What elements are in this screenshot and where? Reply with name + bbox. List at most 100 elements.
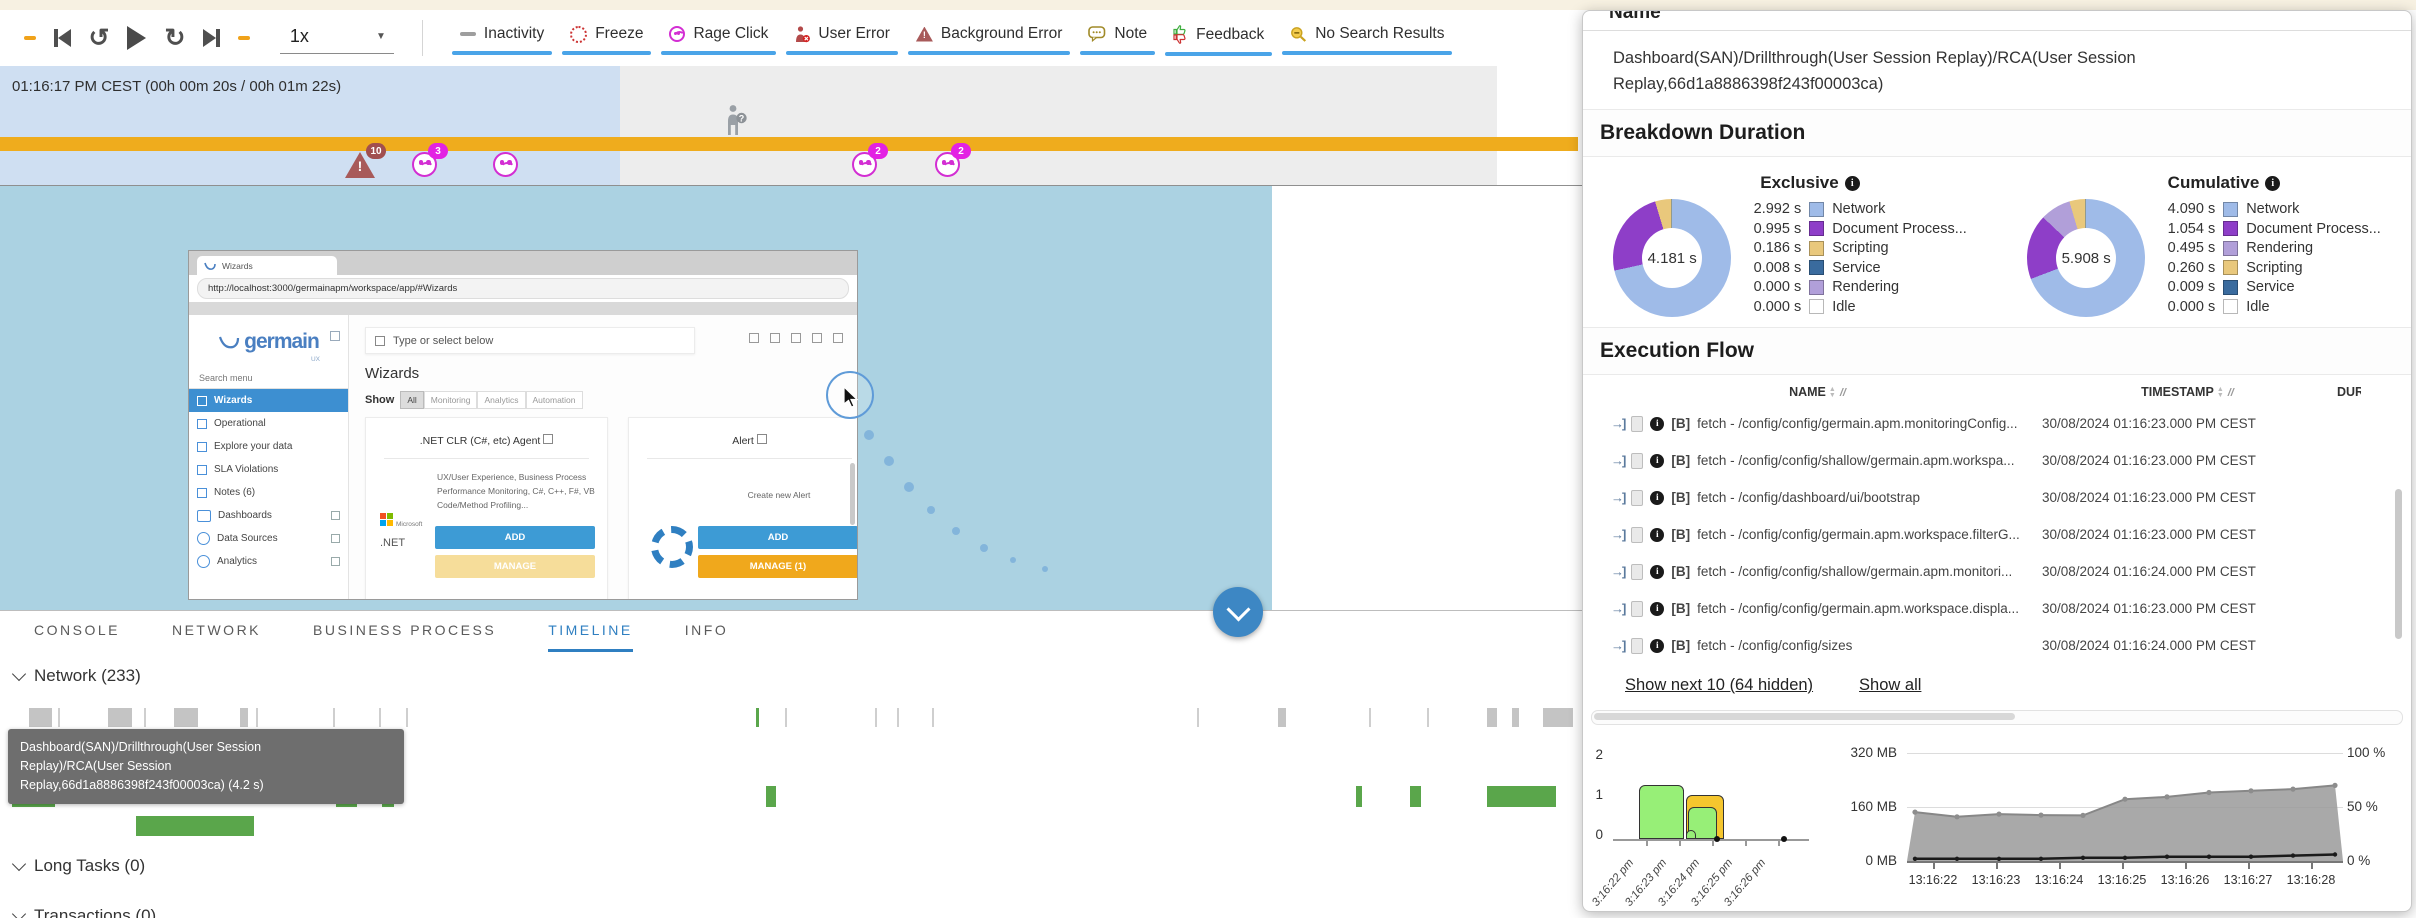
network-request-tick[interactable] (932, 708, 934, 727)
column-header-name[interactable]: NAME▲▼// (1597, 385, 2042, 399)
forward-button[interactable]: ↻ (164, 27, 185, 49)
speed-select[interactable]: 1x ▼ (280, 22, 394, 54)
network-request-tick[interactable] (1369, 708, 1371, 727)
copy-icon[interactable] (1631, 527, 1643, 543)
warning-marker[interactable]: ! 10 (345, 152, 375, 178)
network-request-bar[interactable] (240, 708, 248, 727)
filter-chip-no-search-results[interactable]: No Search Results (1277, 19, 1457, 56)
copy-icon[interactable] (1631, 490, 1643, 506)
card-button-manage-1[interactable]: MANAGE (1) (698, 555, 858, 578)
sidebar-item-data-sources[interactable]: Data Sources (189, 527, 348, 550)
play-button[interactable] (127, 26, 146, 50)
column-header-duration[interactable]: DURATION (2337, 385, 2361, 399)
info-icon[interactable]: i (2265, 176, 2280, 191)
network-request-bar[interactable] (108, 708, 132, 727)
network-section-header[interactable]: Network (233) (14, 666, 141, 686)
network-request-tick[interactable] (379, 708, 381, 727)
filter-chip-freeze[interactable]: Freeze (557, 19, 656, 56)
info-icon[interactable]: i (1650, 491, 1664, 505)
copy-icon[interactable] (1631, 564, 1643, 580)
enter-step-icon[interactable]: →] (1611, 601, 1624, 616)
sidebar-item-wizards[interactable]: Wizards (189, 389, 348, 412)
filter-chip-user-error[interactable]: User Error (781, 19, 902, 56)
copy-icon[interactable] (1631, 638, 1643, 654)
rage-click-marker[interactable] (493, 152, 518, 182)
network-request-bar[interactable] (1487, 786, 1556, 807)
tab-network[interactable]: NETWORK (172, 622, 261, 652)
network-request-bar[interactable] (1278, 708, 1286, 727)
execution-flow-row[interactable]: →] i [B] fetch - /config/config/germain.… (1597, 516, 2403, 553)
show-option-analytics[interactable]: Analytics (477, 391, 525, 409)
network-request-bar[interactable] (1356, 786, 1362, 807)
sidebar-item-explore-your-data[interactable]: Explore your data (189, 435, 348, 458)
expander-box[interactable] (331, 534, 340, 543)
execution-flow-row[interactable]: →] i [B] fetch - /config/config/shallow/… (1597, 442, 2403, 479)
filter-chip-feedback[interactable]: Feedback (1160, 19, 1277, 57)
network-request-tick[interactable] (406, 708, 408, 727)
filter-chip-background-error[interactable]: ! Background Error (903, 19, 1075, 56)
tab-timeline[interactable]: TIMELINE (548, 622, 633, 652)
expander-box[interactable] (331, 557, 340, 566)
panel-vertical-scrollbar[interactable] (2395, 489, 2402, 639)
skip-to-start-button[interactable] (54, 29, 71, 47)
execution-flow-row[interactable]: →] i [B] fetch - /config/dashboard/ui/bo… (1597, 479, 2403, 516)
sidebar-item-analytics[interactable]: Analytics (189, 550, 348, 573)
network-request-bar[interactable] (1487, 708, 1497, 727)
scrollbar-thumb[interactable] (1594, 713, 2015, 720)
collapse-panel-button[interactable] (1213, 587, 1263, 637)
sidebar-collapse-box[interactable] (330, 331, 340, 341)
timeline-unplayed-region[interactable] (620, 66, 1497, 185)
copy-icon[interactable] (1631, 601, 1643, 617)
enter-step-icon[interactable]: →] (1611, 453, 1624, 468)
rage-click-marker[interactable]: 2 (852, 152, 877, 182)
type-select-input[interactable]: Type or select below (365, 327, 695, 354)
sidebar-item-dashboards[interactable]: Dashboards (189, 504, 348, 527)
panel-horizontal-scrollbar[interactable] (1591, 710, 2403, 725)
info-icon[interactable]: i (1650, 639, 1664, 653)
execution-flow-row[interactable]: →] i [B] fetch - /config/config/germain.… (1597, 590, 2403, 627)
network-request-tick[interactable] (144, 708, 146, 727)
enter-step-icon[interactable]: →] (1611, 638, 1624, 653)
column-header-timestamp[interactable]: TIMESTAMP▲▼// (2042, 385, 2337, 399)
info-icon[interactable]: i (1650, 602, 1664, 616)
info-icon[interactable]: i (1845, 176, 1860, 191)
network-request-bar[interactable] (1543, 708, 1573, 727)
tab-business-process[interactable]: BUSINESS PROCESS (313, 622, 496, 652)
tab-info[interactable]: INFO (685, 622, 728, 652)
show-next-link[interactable]: Show next 10 (64 hidden) (1625, 676, 1813, 695)
rewind-button[interactable]: ↺ (89, 27, 110, 49)
show-all-link[interactable]: Show all (1859, 676, 1921, 695)
enter-step-icon[interactable]: →] (1611, 490, 1624, 505)
tab-console[interactable]: CONSOLE (34, 622, 120, 652)
copy-icon[interactable] (1631, 453, 1643, 469)
network-request-bar[interactable] (174, 708, 198, 727)
info-icon[interactable]: i (1650, 417, 1664, 431)
network-request-bar[interactable] (136, 816, 254, 836)
info-icon[interactable]: i (1650, 454, 1664, 468)
network-request-tick[interactable] (897, 708, 899, 727)
column-resize-handle[interactable]: // (2228, 387, 2234, 399)
rage-click-marker[interactable]: 2 (935, 152, 960, 182)
enter-step-icon[interactable]: →] (1611, 564, 1624, 579)
skip-to-end-button[interactable] (203, 29, 220, 47)
card-button-manage[interactable]: MANAGE (435, 555, 595, 578)
network-request-bar[interactable] (1410, 786, 1421, 807)
long-tasks-section-header[interactable]: Long Tasks (0) (14, 856, 145, 876)
enter-step-icon[interactable]: →] (1611, 527, 1624, 542)
sidebar-item-operational[interactable]: Operational (189, 412, 348, 435)
filter-chip-note[interactable]: Note (1075, 19, 1160, 56)
inactivity-person-marker[interactable]: ? (724, 104, 748, 141)
window-option-boxes[interactable] (749, 333, 843, 343)
execution-flow-row[interactable]: →] i [B] fetch - /config/config/germain.… (1597, 405, 2403, 442)
sidebar-item-notes-6[interactable]: Notes (6) (189, 481, 348, 504)
expander-box[interactable] (331, 511, 340, 520)
filter-chip-inactivity[interactable]: Inactivity (447, 19, 557, 56)
show-option-monitoring[interactable]: Monitoring (424, 391, 478, 409)
network-request-tick[interactable] (1197, 708, 1199, 727)
network-request-bar[interactable] (766, 786, 776, 807)
enter-step-icon[interactable]: →] (1611, 416, 1624, 431)
network-request-tick[interactable] (256, 708, 258, 727)
network-request-tick[interactable] (756, 708, 759, 727)
rage-click-marker[interactable]: 3 (412, 152, 437, 182)
sidebar-search-label[interactable]: Search menu (189, 369, 348, 389)
